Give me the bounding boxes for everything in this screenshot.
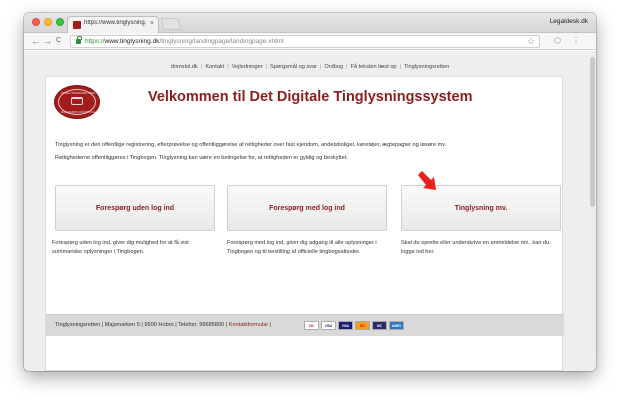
browser-window: https://www.tinglysning.dk/tin × Legalde… <box>24 13 596 371</box>
page-title: Velkommen til Det Digitale Tinglysningss… <box>148 89 473 105</box>
minimize-window-icon[interactable] <box>44 18 52 26</box>
intro-text: Tinglysning er den offentlige registreri… <box>55 142 447 148</box>
bookmark-star-icon[interactable]: ☆ <box>527 36 535 47</box>
close-window-icon[interactable] <box>32 18 40 26</box>
maestro-card-icon: MC <box>372 321 387 330</box>
reload-icon[interactable]: C <box>56 35 61 47</box>
footer: Tinglysningsretten | Majsmarken 5 | 9500… <box>46 314 564 336</box>
query-without-login-button[interactable]: Forespørg uden log ind <box>55 185 215 231</box>
footer-separator: | <box>268 322 272 328</box>
tab-title: https://www.tinglysning.dk/tin <box>84 20 146 26</box>
forward-icon[interactable]: → <box>43 35 52 47</box>
link-vejledninger[interactable]: Vejledninger <box>232 64 263 70</box>
url-path: /tinglysning/landingpage/landingpage.xht… <box>159 38 284 45</box>
new-tab-button[interactable] <box>160 18 182 30</box>
dankort-card-icon: DK <box>304 321 319 330</box>
footer-address: Tinglysningsretten | Majsmarken 5 | 9500… <box>55 322 271 328</box>
visa-card-icon: VISA <box>321 321 336 330</box>
back-icon[interactable]: ← <box>31 35 40 47</box>
tab-close-icon[interactable]: × <box>150 19 154 29</box>
top-links: domstol.dk | Kontakt | Vejledninger | Spørgsmå… <box>170 64 450 70</box>
link-ordbog[interactable]: Ordbog <box>324 64 343 70</box>
favicon-icon <box>73 21 81 29</box>
payment-cards: DK VISA VISA MC MC AMEX <box>304 321 406 331</box>
link-domstol[interactable]: domstol.dk <box>171 64 198 70</box>
seal-bottom-text: DANMARKS DOMSTOLE <box>61 110 96 114</box>
page-content: TINGLYSNINGSRETTEN DANMARKS DOMSTOLE Vel… <box>45 76 564 371</box>
browser-toolbar: ← → C https://www.tinglysning.dk/tinglys… <box>24 33 596 50</box>
link-kontakt[interactable]: Kontakt <box>205 64 224 70</box>
mastercard-icon: MC <box>355 321 370 330</box>
address-bar[interactable]: https://www.tinglysning.dk/tinglysning/l… <box>70 35 540 48</box>
link-read-aloud[interactable]: Få teksten læst op <box>351 64 397 70</box>
link-tinglysningsretten[interactable]: Tinglysningsretten <box>404 64 449 70</box>
url-host: www.tinglysning.dk <box>104 38 160 45</box>
query-with-login-button[interactable]: Forespørg med log ind <box>227 185 387 231</box>
lock-icon <box>76 36 82 44</box>
scrollbar[interactable] <box>590 57 595 207</box>
url-text: https://www.tinglysning.dk/tinglysning/l… <box>85 38 284 45</box>
visa-electron-card-icon: VISA <box>338 321 353 330</box>
browser-tab[interactable]: https://www.tinglysning.dk/tin × <box>67 16 159 33</box>
menu-icon[interactable]: ⋮ <box>572 36 580 46</box>
tinglysning-desc: Skal du oprette eller underskrive en anm… <box>401 240 550 255</box>
contact-form-link[interactable]: Kontaktformular <box>229 322 268 328</box>
query-without-login-desc: Forespørg uden log ind, giver dig muligh… <box>52 240 189 255</box>
url-scheme: https:// <box>85 38 105 45</box>
seal-top-text: TINGLYSNINGSRETTEN <box>61 91 96 95</box>
title-bar: https://www.tinglysning.dk/tin × Legalde… <box>24 13 596 33</box>
crown-icon <box>71 97 83 105</box>
query-with-login-desc: Forespørg med log ind, giver dig adgang … <box>227 240 377 255</box>
red-arrow-icon <box>418 171 436 190</box>
logo-seal[interactable]: TINGLYSNINGSRETTEN DANMARKS DOMSTOLE <box>54 85 100 119</box>
link-faq[interactable]: Spørgsmål og svar <box>270 64 317 70</box>
maximize-window-icon[interactable] <box>56 18 64 26</box>
footer-address-text: Tinglysningsretten | Majsmarken 5 | 9500… <box>55 322 229 328</box>
amex-card-icon: AMEX <box>389 321 404 330</box>
intro-text-2: Rettighederne offentliggøres i Tingbogen… <box>55 155 348 161</box>
profile-name[interactable]: Legaldesk.dk <box>550 18 588 25</box>
extension-icon[interactable]: ⬡ <box>554 36 561 46</box>
page-viewport: domstol.dk | Kontakt | Vejledninger | Spørgsmå… <box>24 51 596 371</box>
